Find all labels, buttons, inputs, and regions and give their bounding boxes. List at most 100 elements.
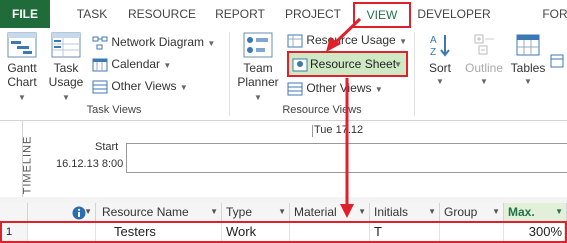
- chevron-down-icon: ▼: [254, 93, 262, 102]
- network-diagram-icon: [92, 36, 108, 50]
- tab-developer[interactable]: DEVELOPER: [416, 0, 492, 28]
- resource-views-group-label: Resource Views: [282, 104, 362, 116]
- outline-icon: [474, 34, 494, 55]
- type-header-label: Type: [226, 205, 253, 219]
- other-views-button[interactable]: Other Views ▼: [92, 76, 188, 96]
- table-row[interactable]: 1 Testers Work T 300%: [0, 221, 567, 243]
- filter-icon: [550, 54, 564, 68]
- gantt-chart-button[interactable]: Gantt Chart ▼: [2, 32, 42, 105]
- chevron-down-icon: ▼: [62, 93, 70, 102]
- chevron-down-icon: ▼: [394, 60, 402, 69]
- initials-header-label: Initials: [374, 205, 409, 219]
- material-header-label: Material: [294, 205, 337, 219]
- svg-text:A: A: [430, 35, 437, 46]
- timeline-start-date: 16.12.13 8:00: [56, 158, 124, 170]
- gantt-chart-label-2: Chart ▼: [7, 75, 37, 102]
- column-header-type[interactable]: Type ▼: [222, 203, 290, 221]
- other-views-label: Other Views: [306, 81, 372, 95]
- sort-icon: A Z: [430, 35, 450, 58]
- task-usage-button[interactable]: Task Usage ▼: [46, 32, 86, 105]
- dropdown-icon: ▼: [84, 207, 92, 216]
- team-planner-label-2: Planner ▼: [237, 75, 279, 102]
- timeline-divider: [22, 121, 23, 197]
- gantt-chart-label: Gantt: [7, 61, 37, 75]
- dropdown-icon: ▼: [492, 207, 500, 216]
- task-usage-icon: [51, 32, 81, 58]
- resource-sheet-grid: ▼ Resource Name ▼ Type ▼ Material ▼ Initial…: [0, 203, 567, 243]
- chevron-down-icon: ▼: [18, 93, 26, 102]
- dropdown-icon: ▼: [428, 207, 436, 216]
- team-planner-icon: [243, 32, 273, 58]
- select-all-corner[interactable]: [0, 203, 28, 221]
- resource-sheet-label: Resource Sheet: [310, 57, 397, 71]
- column-header-group[interactable]: Group ▼: [440, 203, 504, 221]
- calendar-label: Calendar: [111, 57, 161, 71]
- row-initials[interactable]: T: [370, 223, 440, 241]
- sort-button[interactable]: A Z Sort ▼: [422, 32, 458, 89]
- chevron-down-icon: ▼: [179, 83, 188, 92]
- row-max-units[interactable]: 300%: [504, 223, 565, 241]
- row-type[interactable]: Work: [222, 223, 290, 241]
- overflow-button[interactable]: [550, 50, 564, 70]
- row-id: 1: [2, 223, 28, 241]
- column-header-max-units[interactable]: Max. ▼: [504, 203, 567, 221]
- calendar-icon: [92, 58, 108, 72]
- team-planner-button[interactable]: Team Planner ▼: [233, 32, 283, 105]
- tab-format[interactable]: FOR: [540, 0, 567, 28]
- task-usage-label: Task: [53, 61, 79, 75]
- chevron-down-icon: ▼: [436, 77, 444, 86]
- timeline-side-label: TIMELINE: [21, 135, 34, 195]
- other-views-button-2[interactable]: Other Views ▼: [287, 78, 383, 98]
- other-views-icon: [92, 80, 108, 94]
- column-header-resource-name[interactable]: Resource Name ▼: [96, 203, 222, 221]
- resource-usage-label: Resource Usage: [306, 33, 396, 47]
- other-views-icon: [287, 82, 303, 96]
- sort-label: Sort: [428, 61, 451, 75]
- row-group[interactable]: [440, 223, 504, 241]
- dropdown-icon: ▼: [358, 207, 366, 216]
- network-diagram-button[interactable]: Network Diagram ▼: [92, 32, 215, 52]
- row-material[interactable]: [290, 223, 370, 241]
- timeline-start-label: Start: [95, 141, 119, 153]
- resource-sheet-button[interactable]: Resource Sheet ▼: [287, 51, 408, 77]
- chevron-down-icon: ▼: [399, 37, 407, 46]
- group-separator: [229, 32, 230, 116]
- tab-task[interactable]: TASK: [72, 0, 112, 28]
- outline-button[interactable]: Outline ▼: [462, 32, 506, 89]
- other-views-label: Other Views: [111, 79, 177, 93]
- tab-view[interactable]: VIEW: [353, 2, 411, 28]
- dropdown-icon: ▼: [210, 207, 218, 216]
- row-indicator: [28, 223, 96, 241]
- group-header-label: Group: [444, 205, 478, 219]
- column-header-indicators[interactable]: ▼: [28, 203, 96, 221]
- timeline-pane[interactable]: TIMELINE Tue 17.12 Start 16.12.13 8:00: [0, 121, 567, 198]
- tables-icon: [516, 34, 540, 56]
- column-header-initials[interactable]: Initials ▼: [370, 203, 440, 221]
- dropdown-icon: ▼: [278, 207, 286, 216]
- tab-resource[interactable]: RESOURCE: [128, 0, 196, 28]
- resource-name-header-label: Resource Name: [102, 205, 189, 219]
- max-header-label: Max.: [508, 205, 535, 219]
- ribbon-view: Gantt Chart ▼ Task Usage ▼ Network Diagr…: [0, 28, 567, 121]
- chevron-down-icon: ▼: [207, 39, 216, 48]
- task-usage-label-2: Usage ▼: [48, 75, 84, 102]
- chevron-down-icon: ▼: [163, 61, 172, 70]
- row-resource-name[interactable]: Testers: [96, 223, 222, 241]
- resource-sheet-icon: [292, 58, 308, 72]
- chevron-down-icon: ▼: [480, 77, 488, 86]
- timeline-bar[interactable]: [126, 143, 567, 173]
- resource-usage-icon: [287, 34, 303, 48]
- tables-button[interactable]: Tables ▼: [508, 32, 548, 89]
- timeline-date-marker: Tue 17.12: [314, 124, 364, 136]
- tab-project[interactable]: PROJECT: [284, 0, 342, 28]
- team-planner-label: Team: [243, 61, 273, 75]
- tab-report[interactable]: REPORT: [212, 0, 268, 28]
- task-views-group-label: Task Views: [86, 104, 142, 116]
- gantt-chart-icon: [7, 32, 37, 58]
- timeline-tick: [312, 125, 313, 137]
- resource-usage-button[interactable]: Resource Usage ▼: [287, 30, 407, 50]
- ribbon-tabs: FILE TASK RESOURCE REPORT PROJECT VIEW D…: [0, 0, 567, 29]
- column-header-material[interactable]: Material ▼: [290, 203, 370, 221]
- tab-file[interactable]: FILE: [0, 0, 50, 28]
- calendar-button[interactable]: Calendar ▼: [92, 54, 171, 74]
